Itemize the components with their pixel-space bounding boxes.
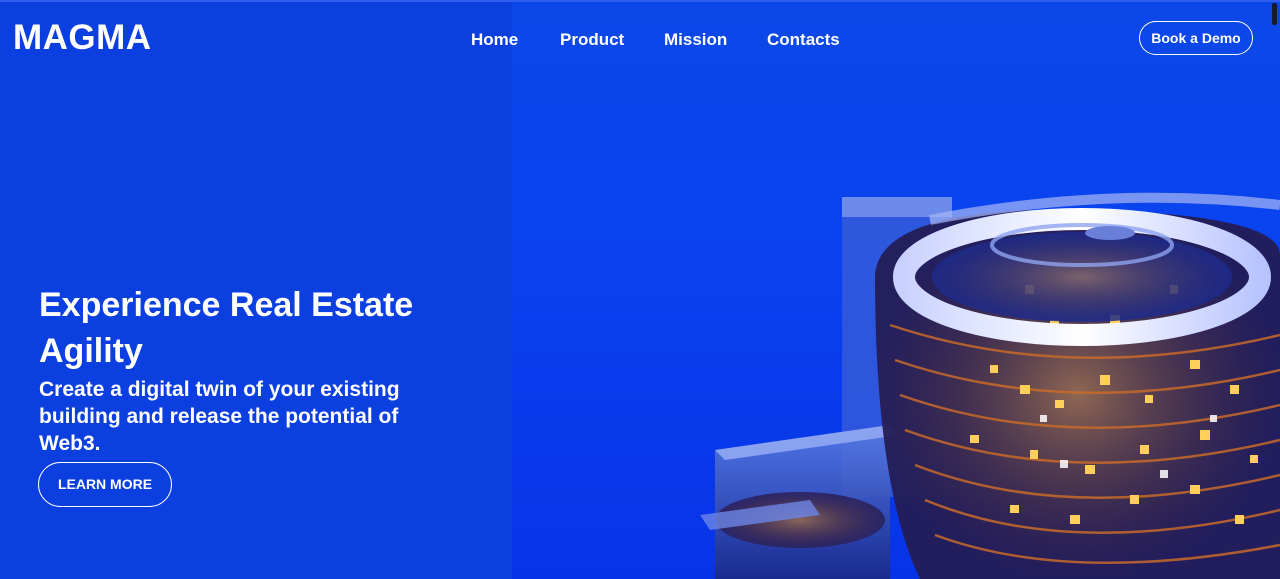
nav-contacts[interactable]: Contacts bbox=[767, 30, 840, 50]
nav-home[interactable]: Home bbox=[471, 30, 518, 50]
top-border bbox=[0, 0, 1280, 2]
book-demo-button[interactable]: Book a Demo bbox=[1139, 21, 1253, 55]
learn-more-button[interactable]: LEARN MORE bbox=[38, 462, 172, 507]
nav-mission[interactable]: Mission bbox=[664, 30, 727, 50]
hero-title: Experience Real Estate Agility bbox=[39, 286, 414, 370]
building-illustration bbox=[700, 192, 1280, 579]
scrollbar[interactable] bbox=[1272, 3, 1277, 25]
nav-product[interactable]: Product bbox=[560, 30, 624, 50]
main-nav: Home Product Mission Contacts bbox=[0, 30, 1280, 52]
hero-subtitle: Create a digital twin of your existing b… bbox=[39, 378, 400, 455]
